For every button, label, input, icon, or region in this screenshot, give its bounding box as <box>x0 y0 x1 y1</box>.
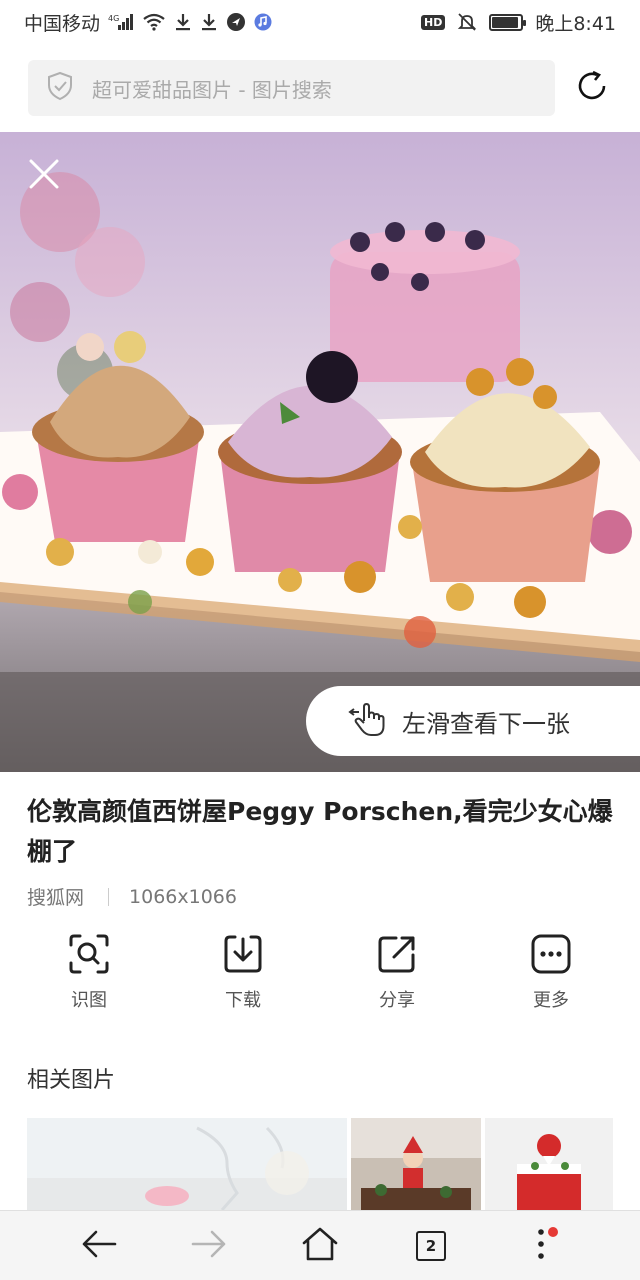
notification-dot <box>548 1227 558 1237</box>
refresh-icon <box>575 69 609 107</box>
more-button[interactable]: 更多 <box>506 932 596 1022</box>
related-images-strip <box>27 1118 613 1210</box>
download-label: 下载 <box>225 990 261 1011</box>
more-label: 更多 <box>533 990 569 1011</box>
swipe-hint-text: 左滑查看下一张 <box>402 709 570 738</box>
app-notification-icon <box>226 12 246 32</box>
forward-arrow-icon <box>191 1229 227 1263</box>
mute-bell-icon <box>457 12 477 32</box>
image-search-label: 识图 <box>71 990 107 1011</box>
shield-icon <box>46 71 74 105</box>
related-image[interactable] <box>27 1118 347 1210</box>
swipe-hint-pill: 左滑查看下一张 <box>306 686 640 756</box>
wifi-icon <box>142 13 166 31</box>
svg-text:4G: 4G <box>108 14 119 23</box>
status-bar: 中国移动 4G HD 晚上8:41 <box>0 0 640 44</box>
music-app-icon <box>254 13 272 31</box>
search-bar-row: 超可爱甜品图片 - 图片搜索 <box>0 44 640 132</box>
image-title: 伦敦高颜值西饼屋Peggy Porschen,看完少女心爆棚了 <box>27 797 613 866</box>
back-button[interactable] <box>76 1223 122 1269</box>
action-bar: 识图 下载 分享 更多 <box>0 932 640 1022</box>
download-button[interactable]: 下载 <box>198 932 288 1022</box>
dimensions-label: 1066x1066 <box>129 885 237 908</box>
swipe-gesture-icon <box>348 699 388 743</box>
download-status-icon <box>174 13 192 31</box>
carrier-label: 中国移动 <box>24 12 101 35</box>
share-icon <box>375 932 419 976</box>
download-icon <box>221 932 265 976</box>
share-button[interactable]: 分享 <box>352 932 442 1022</box>
download-status-icon <box>200 13 218 31</box>
related-images-heading: 相关图片 <box>27 1068 116 1093</box>
close-button[interactable] <box>22 154 66 198</box>
tabs-button[interactable]: 2 <box>408 1223 454 1269</box>
battery-level <box>492 16 518 28</box>
image-meta: 搜狐网 1066x1066 <box>27 883 237 910</box>
source-label[interactable]: 搜狐网 <box>27 883 84 910</box>
share-label: 分享 <box>379 990 415 1011</box>
back-arrow-icon <box>81 1229 117 1263</box>
forward-button[interactable] <box>186 1223 232 1269</box>
cupcakes-photo <box>0 132 640 772</box>
cellular-signal-icon: 4G <box>108 13 134 31</box>
battery-icon <box>489 13 527 31</box>
search-placeholder: 超可爱甜品图片 - 图片搜索 <box>92 77 332 102</box>
home-icon <box>301 1226 339 1266</box>
home-button[interactable] <box>297 1223 343 1269</box>
clock: 晚上8:41 <box>535 12 616 35</box>
refresh-button[interactable] <box>572 68 612 108</box>
image-search-button[interactable]: 识图 <box>44 932 134 1022</box>
bottom-navigation: 2 <box>0 1210 640 1280</box>
related-image[interactable] <box>351 1118 481 1210</box>
related-image[interactable] <box>485 1118 613 1210</box>
search-input[interactable]: 超可爱甜品图片 - 图片搜索 <box>28 60 555 116</box>
menu-button[interactable] <box>518 1223 564 1269</box>
close-icon <box>27 157 61 195</box>
tab-count-badge: 2 <box>416 1231 446 1261</box>
more-icon <box>529 932 573 976</box>
more-vertical-icon <box>535 1226 547 1266</box>
image-search-icon <box>67 932 111 976</box>
hd-badge: HD <box>420 14 446 30</box>
image-viewer[interactable]: 左滑查看下一张 <box>0 132 640 772</box>
meta-divider <box>108 887 110 906</box>
